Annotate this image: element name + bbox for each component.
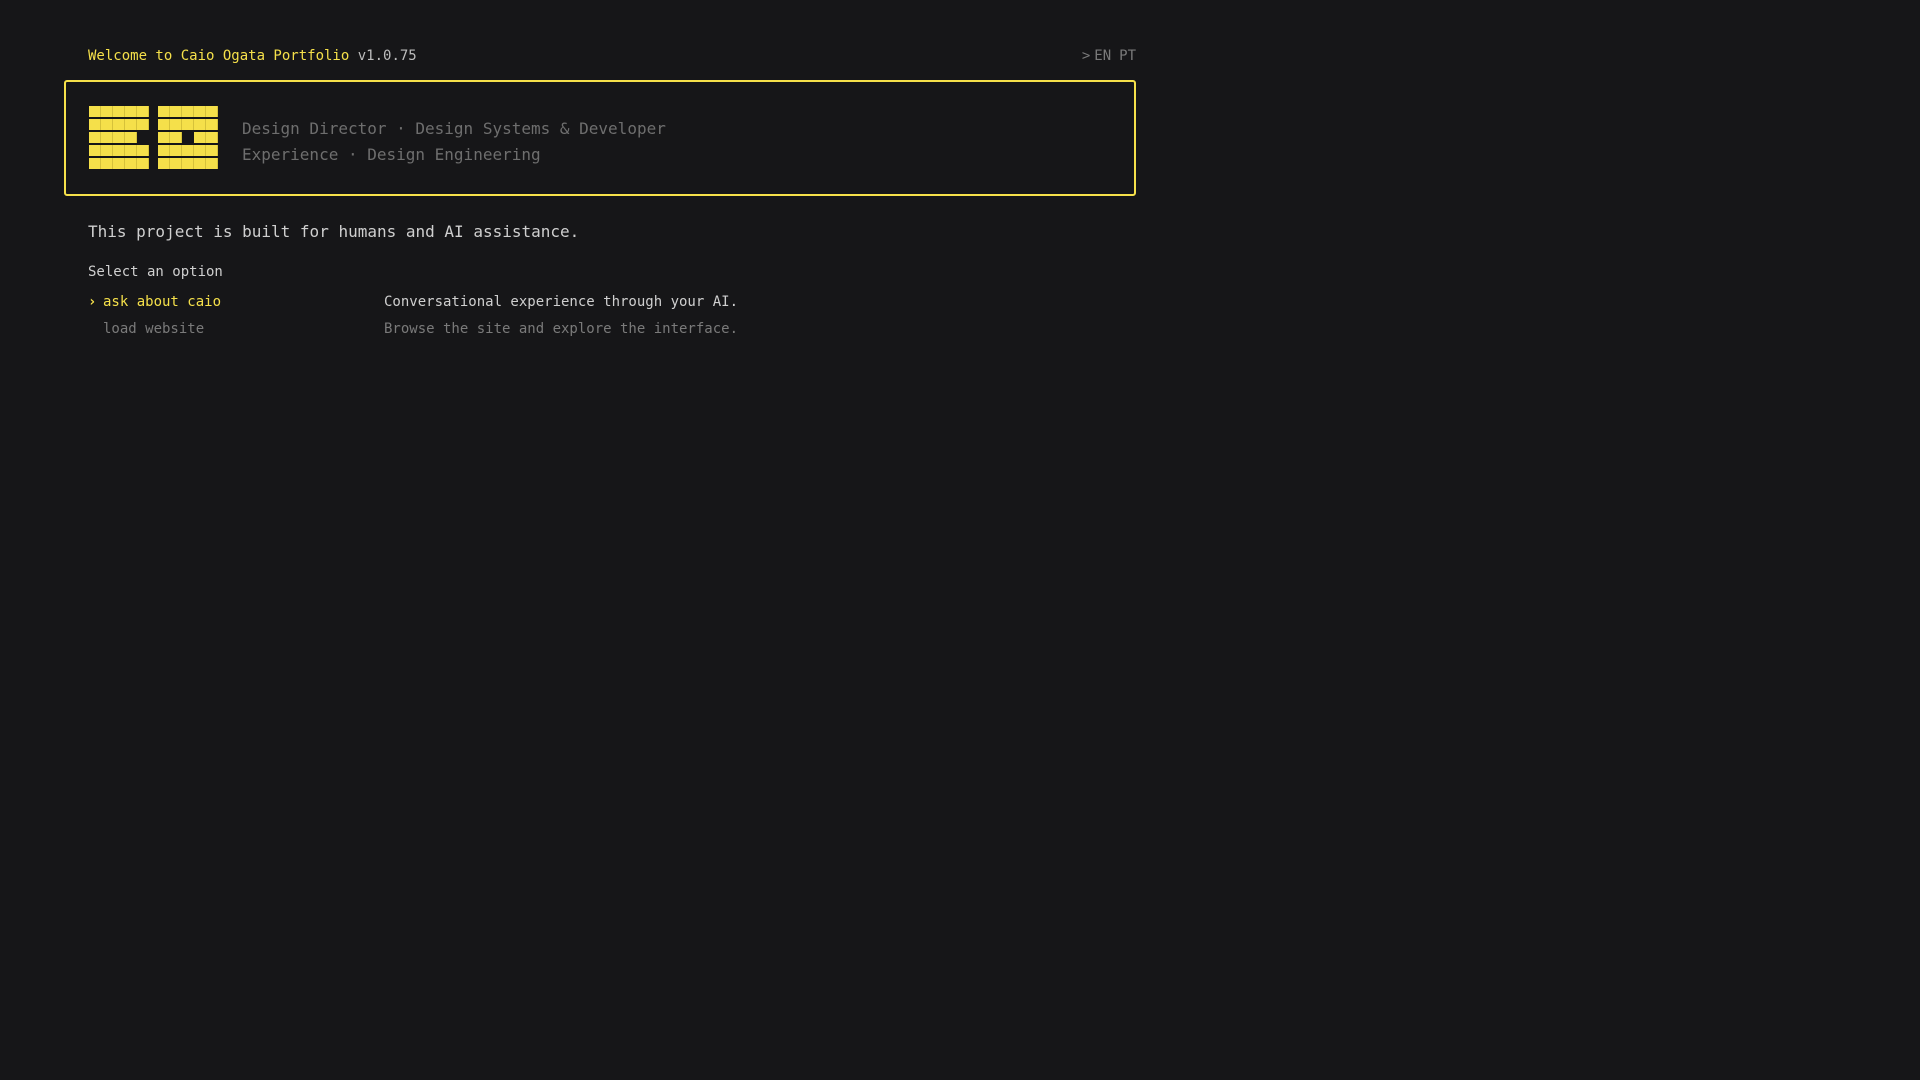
lang-pt[interactable]: PT [1119,48,1136,64]
lang-en[interactable]: EN [1094,48,1111,64]
intro-text: This project is built for humans and AI … [88,222,580,241]
option-label: load website [103,321,205,337]
language-caret-icon: > [1081,48,1091,64]
tagline-line-2: Experience · Design Engineering [242,145,541,164]
version-label: v1.0.75 [357,48,417,64]
tagline: Design Director · Design Systems & Devel… [242,116,666,168]
option-load-website[interactable]: load website Browse the site and explore… [88,321,738,337]
option-label: ask about caio [103,294,222,310]
option-ask-about-caio[interactable]: › ask about caio Conversational experien… [88,294,738,310]
chevron-right-icon: › [88,294,97,310]
logo-icon [89,106,218,169]
tagline-line-1: Design Director · Design Systems & Devel… [242,119,666,138]
header: Welcome to Caio Ogata Portfolio v1.0.75 … [88,48,1136,64]
option-description: Browse the site and explore the interfac… [384,321,739,337]
welcome-title: Welcome to Caio Ogata Portfolio [88,48,350,64]
language-switcher: > EN PT [1082,48,1136,64]
option-description: Conversational experience through your A… [384,294,739,310]
menu-prompt: Select an option [88,264,223,280]
banner: Design Director · Design Systems & Devel… [64,80,1136,196]
